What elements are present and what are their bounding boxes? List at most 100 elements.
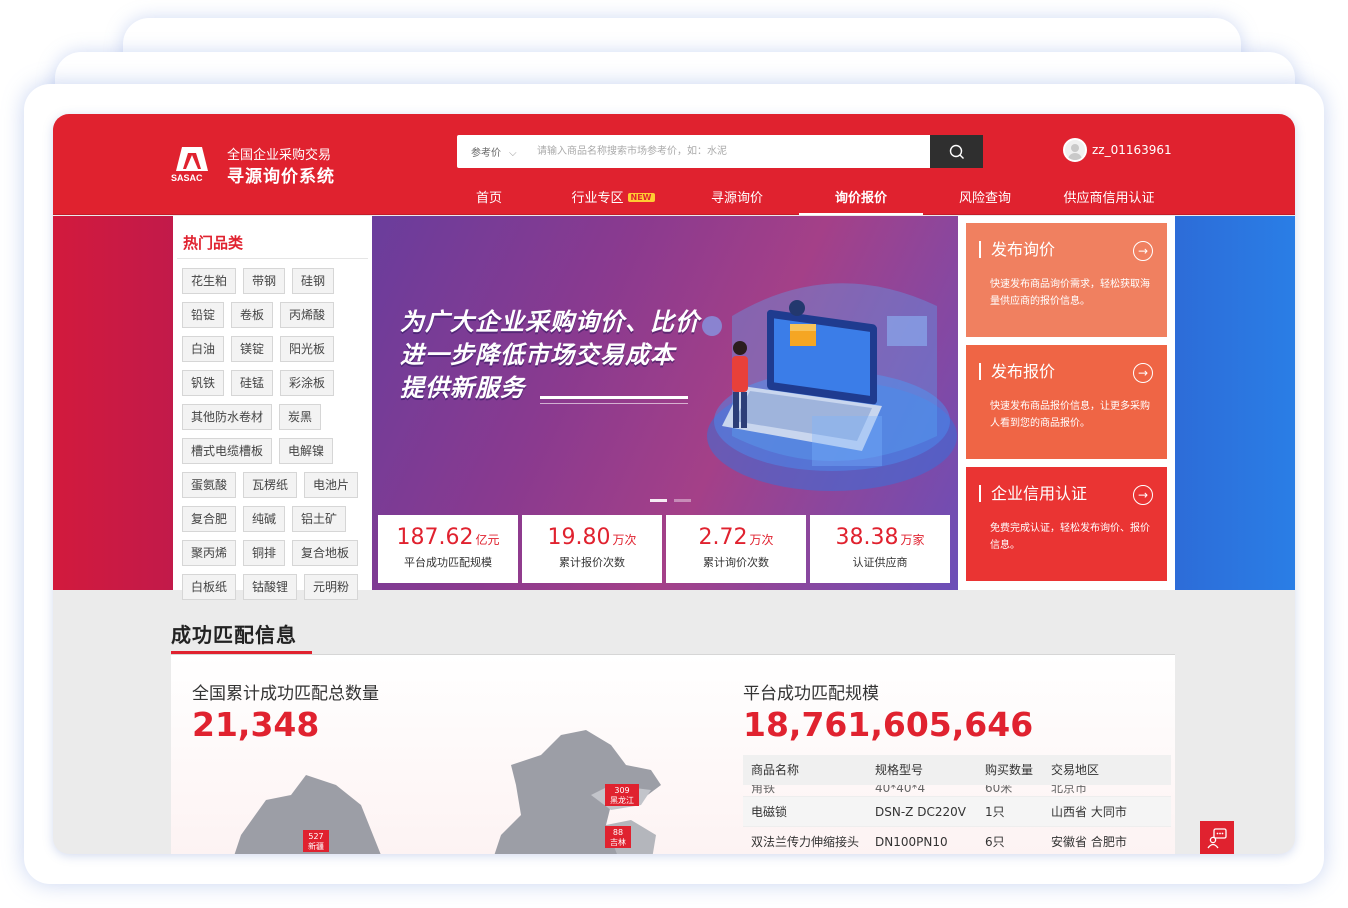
arrow-right-icon[interactable]: → (1133, 241, 1153, 261)
column-header: 购买数量 (985, 763, 1034, 777)
sasac-logo-icon: SASAC (171, 147, 208, 183)
category-tag[interactable]: 蛋氨酸 (182, 472, 237, 498)
category-tag[interactable]: 硅锰 (231, 370, 274, 396)
category-tag[interactable]: 铝土矿 (292, 506, 347, 532)
category-tag[interactable]: 白油 (182, 336, 225, 362)
nav-item-label: 供应商信用认证 (1063, 191, 1155, 206)
publish-inquiry-panel[interactable]: 发布询价 → 快速发布商品询价需求，轻松获取海量供应商的报价信息。 (966, 223, 1167, 337)
category-tag[interactable]: 瓦楞纸 (243, 472, 298, 498)
carousel-dot[interactable] (674, 499, 691, 502)
column-header: 规格型号 (875, 763, 924, 777)
arrow-right-icon[interactable]: → (1133, 363, 1153, 383)
match-scale-value: 18,761,605,646 (743, 705, 1034, 744)
app-screen: SASAC 全国企业采购交易 寻源询价系统 参考价 ⌵ zz_01163961 首… (53, 114, 1295, 854)
category-tag[interactable]: 复合地板 (292, 540, 359, 566)
category-tag[interactable]: 白板纸 (182, 574, 237, 600)
nav-item-label: 风险查询 (958, 191, 1011, 206)
map-marker-xinjiang[interactable]: 527 新疆 (303, 830, 329, 852)
arrow-right-icon[interactable]: → (1133, 485, 1153, 505)
table-cell: 角铁 (751, 785, 776, 795)
category-tag-row: 聚丙烯 铜排 复合地板 (182, 540, 368, 566)
china-map[interactable]: 527 新疆 309 黑龙江 88 吉林 (211, 725, 711, 854)
new-badge: NEW (627, 193, 655, 202)
category-tag[interactable]: 卷板 (231, 302, 274, 328)
map-marker-heilongjiang[interactable]: 309 黑龙江 (605, 784, 639, 806)
search-input[interactable] (537, 135, 927, 168)
table-row[interactable]: 双法兰传力伸缩接头 DN100PN10 6只 安徽省 合肥市 (743, 827, 1171, 854)
stat-value: 2.72 (698, 525, 748, 550)
map-marker-jilin[interactable]: 88 吉林 (605, 826, 631, 848)
match-scale-label: 平台成功匹配规模 (743, 684, 879, 704)
category-tag[interactable]: 镁锭 (231, 336, 274, 362)
column-header: 商品名称 (751, 763, 800, 777)
panel-description: 快速发布商品询价需求，轻松获取海量供应商的报价信息。 (990, 279, 1150, 307)
panel-description: 免费完成认证，轻松发布询价、报价信息。 (990, 523, 1150, 551)
nav-item-credit[interactable]: 供应商信用认证 (1047, 180, 1171, 215)
carousel-dot[interactable] (650, 499, 667, 502)
stat-value: 38.38 (835, 525, 899, 550)
customer-service-button[interactable] (1200, 821, 1234, 854)
category-tag[interactable]: 硅钢 (292, 268, 335, 294)
category-tag[interactable]: 纯碱 (243, 506, 286, 532)
category-tag[interactable]: 带钢 (243, 268, 286, 294)
site-title-line2: 寻源询价系统 (227, 167, 335, 187)
nav-item-sourcing[interactable]: 寻源询价 (675, 180, 799, 215)
match-table: 商品名称 规格型号 购买数量 交易地区 角铁 40*40*4 60米 北京市 电… (743, 755, 1171, 854)
category-tag[interactable]: 电池片 (304, 472, 359, 498)
category-tag[interactable]: 聚丙烯 (182, 540, 237, 566)
nav-item-industry[interactable]: 行业专区 NEW (551, 180, 675, 215)
category-tag[interactable]: 铅锭 (182, 302, 225, 328)
marker-count: 309 (614, 786, 629, 795)
category-tag[interactable]: 电解镍 (279, 438, 334, 464)
category-tag[interactable]: 元明粉 (304, 574, 359, 600)
nav-item-risk[interactable]: 风险查询 (923, 180, 1047, 215)
stat-label: 累计报价次数 (559, 556, 625, 569)
chat-icon (1207, 828, 1227, 849)
nav-item-label: 寻源询价 (710, 191, 763, 206)
table-row[interactable]: 角铁 40*40*4 60米 北京市 (743, 785, 1171, 797)
chevron-down-icon: ⌵ (509, 148, 517, 159)
avatar (1063, 138, 1087, 162)
category-tag-row: 复合肥 纯碱 铝土矿 (182, 506, 368, 532)
section-title: 成功匹配信息 (171, 623, 297, 647)
panel-title: 企业信用认证 (979, 485, 1087, 502)
category-tag[interactable]: 阳光板 (280, 336, 335, 362)
credit-certification-panel[interactable]: 企业信用认证 → 免费完成认证，轻松发布询价、报价信息。 (966, 467, 1167, 581)
table-cell: 40*40*4 (875, 785, 926, 795)
category-tag[interactable]: 槽式电缆槽板 (182, 438, 273, 464)
category-tag[interactable]: 丙烯酸 (280, 302, 335, 328)
category-tag[interactable]: 炭黑 (279, 404, 322, 430)
banner-illustration (702, 283, 957, 491)
search-type-label: 参考价 (471, 148, 501, 159)
user-name: zz_01163961 (1092, 143, 1172, 157)
panel-description: 快速发布商品报价信息，让更多采购人看到您的商品报价。 (990, 401, 1150, 429)
search-icon (949, 144, 964, 159)
category-tag[interactable]: 彩涂板 (280, 370, 335, 396)
category-tag[interactable]: 复合肥 (182, 506, 237, 532)
header: SASAC 全国企业采购交易 寻源询价系统 参考价 ⌵ zz_01163961 首… (53, 114, 1295, 215)
category-tag[interactable]: 钒铁 (182, 370, 225, 396)
stat-value: 19.80 (547, 525, 611, 550)
banner-line3: 提供新服务 (400, 374, 525, 402)
nav-item-label: 首页 (475, 191, 502, 206)
table-row[interactable]: 电磁锁 DSN-Z DC220V 1只 山西省 大同市 (743, 797, 1171, 827)
stat-label: 累计询价次数 (703, 556, 769, 569)
search-type-select[interactable]: 参考价 ⌵ (471, 144, 517, 159)
category-tag[interactable]: 花生粕 (182, 268, 237, 294)
category-tag[interactable]: 钴酸锂 (243, 574, 298, 600)
stat-label: 平台成功匹配规模 (404, 556, 492, 569)
category-tag[interactable]: 其他防水卷材 (182, 404, 273, 430)
table-cell: 60米 (985, 785, 1013, 795)
category-tag[interactable]: 铜排 (243, 540, 286, 566)
table-cell: 山西省 大同市 (1051, 805, 1127, 819)
user-menu[interactable]: zz_01163961 (1063, 138, 1172, 162)
nav-item-quotation[interactable]: 询价报价 (799, 180, 923, 215)
nav-item-home[interactable]: 首页 (427, 180, 551, 215)
search-button[interactable] (930, 135, 983, 168)
category-tag-row: 白油 镁锭 阳光板 (182, 336, 368, 362)
table-cell: DSN-Z DC220V (875, 805, 966, 819)
total-matches-label: 全国累计成功匹配总数量 (192, 684, 379, 704)
stat-label: 认证供应商 (852, 556, 908, 569)
category-tag-row: 铅锭 卷板 丙烯酸 (182, 302, 368, 328)
publish-quote-panel[interactable]: 发布报价 → 快速发布商品报价信息，让更多采购人看到您的商品报价。 (966, 345, 1167, 459)
